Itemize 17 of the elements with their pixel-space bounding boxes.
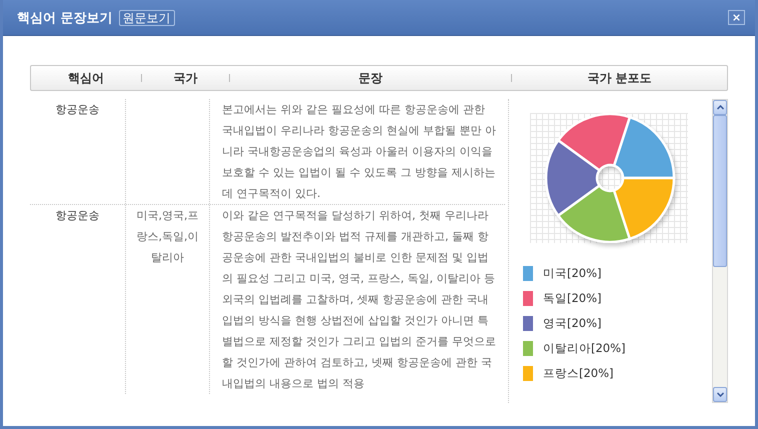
legend-label: 프랑스[20%] <box>543 366 614 381</box>
legend-label: 미국[20%] <box>543 266 602 281</box>
keyword-cell-text: 항공운송 <box>54 208 100 224</box>
column-header: 문장 <box>358 70 384 86</box>
keyword-cell-text: 항공운송 <box>54 102 100 118</box>
column-header: 국가 <box>172 70 198 86</box>
legend-label: 영국[20%] <box>543 316 602 331</box>
view-original-button[interactable]: 원문보기 <box>118 10 175 26</box>
legend-label: 이탈리아[20%] <box>543 341 626 356</box>
window-title: 핵심어 문장보기 <box>17 10 113 26</box>
legend-label: 독일[20%] <box>543 291 602 306</box>
column-header: 국가 분포도 <box>586 70 653 86</box>
sentence-cell-text: 본고에서는 위와 같은 필요성에 따른 항공운송에 관한 국내입법이 우리나라 항공운송의 현실에 부합될 뿐만 아니라 국내항공운송업의 육성과 아울러 이용자의 이익을 보호할 수 있는 입법이 될 수 있도록 그 방향을 제시하는데 연구목적이 있다. <box>221 102 497 202</box>
column-header: 핵심어 <box>67 70 105 86</box>
sentence-cell-text: 이와 같은 연구목적을 달성하기 위하여, 첫째 우리나라 항공운송의 발전추이와 법적 규제를 개관하고, 둘째 항공운송에 관한 국내입법의 불비로 인한 문제점 및 입법의 필요성 그리고 미국, 영국, 프랑스, 독일, 이탈리아 등 외국의 입법례를 고찰하며, 셋째 항공운송에 관한 국내입법의 방식을 현행 상법전에 삽입할 것인가 아니면 특별법으로 제정할 것인가 그리고 입법의 준거를 무엇으로 할 것인가에 관하여 검토하고, 넷째 항공운송에 관한 국내입법의 내용으로 법의 적용 <box>221 208 497 392</box>
close-button[interactable]: × <box>728 10 745 25</box>
country-cell: 미국,영국,프랑스,독일,이탈리아 <box>125 205 210 394</box>
